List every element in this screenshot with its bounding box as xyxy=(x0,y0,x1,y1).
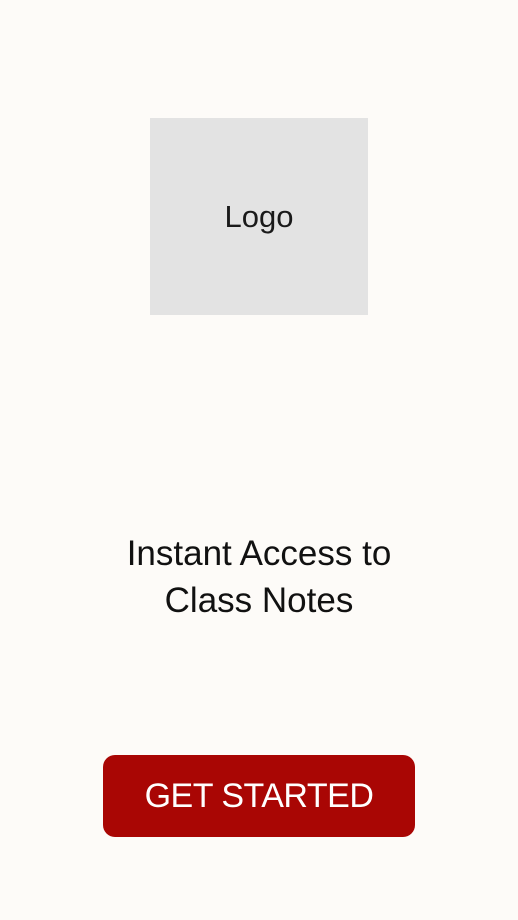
logo-label: Logo xyxy=(224,198,294,234)
tagline-line-2: Class Notes xyxy=(164,581,354,620)
logo-placeholder: Logo xyxy=(150,118,368,315)
welcome-screen: Logo Instant Access to Class Notes GET S… xyxy=(0,0,518,920)
get-started-button[interactable]: GET STARTED xyxy=(103,755,415,837)
tagline: Instant Access to Class Notes xyxy=(0,530,518,624)
tagline-line-1: Instant Access to xyxy=(126,534,392,573)
